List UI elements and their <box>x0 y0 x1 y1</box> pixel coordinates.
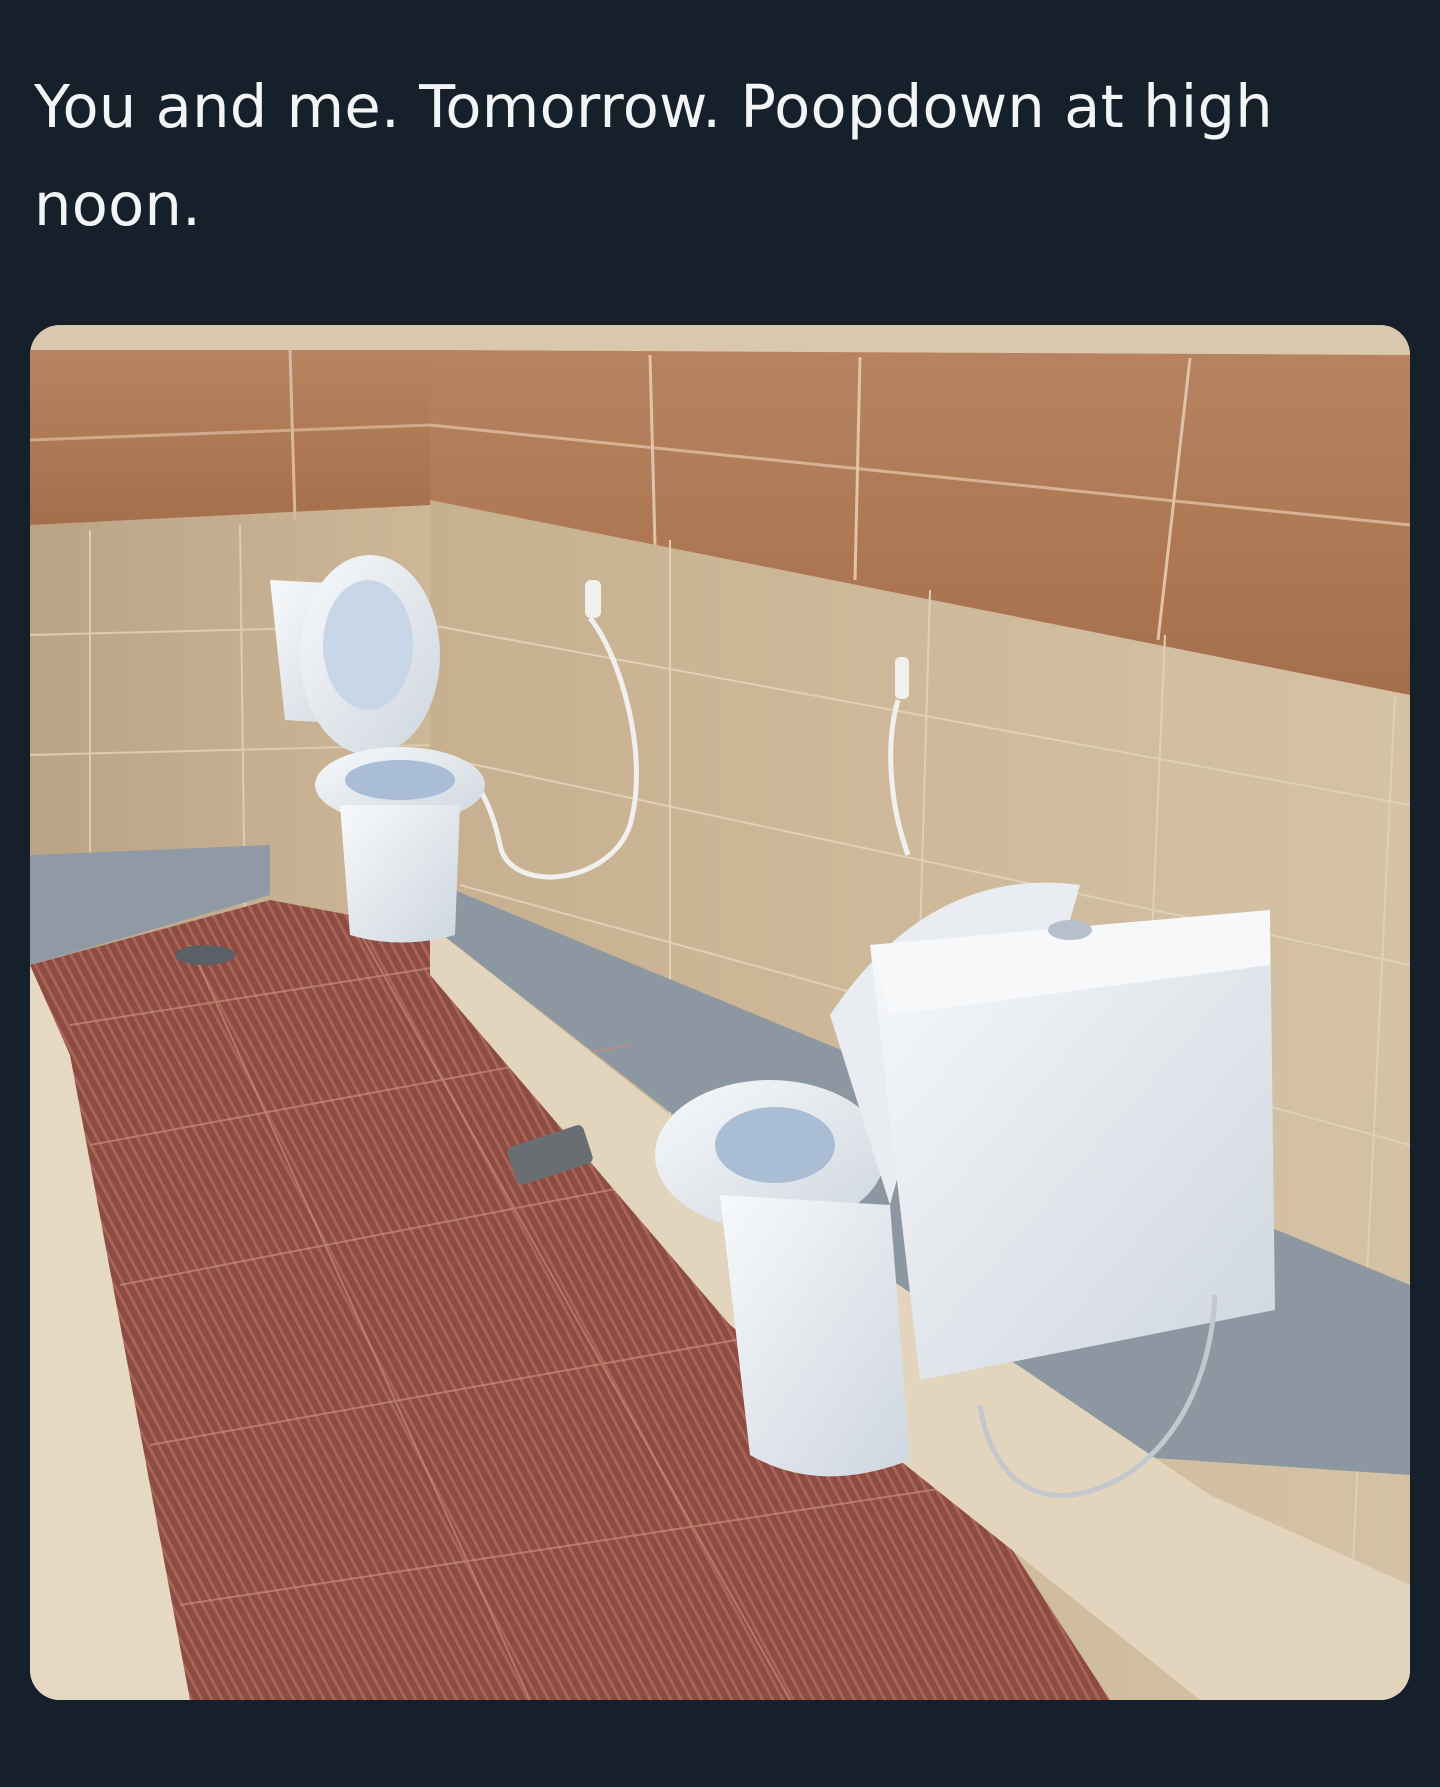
post-image[interactable] <box>30 325 1410 1700</box>
post-container: You and me. Tomorrow. Poopdown at high n… <box>0 0 1440 1787</box>
post-text: You and me. Tomorrow. Poopdown at high n… <box>34 72 1273 239</box>
bathroom-photo <box>30 325 1410 1700</box>
